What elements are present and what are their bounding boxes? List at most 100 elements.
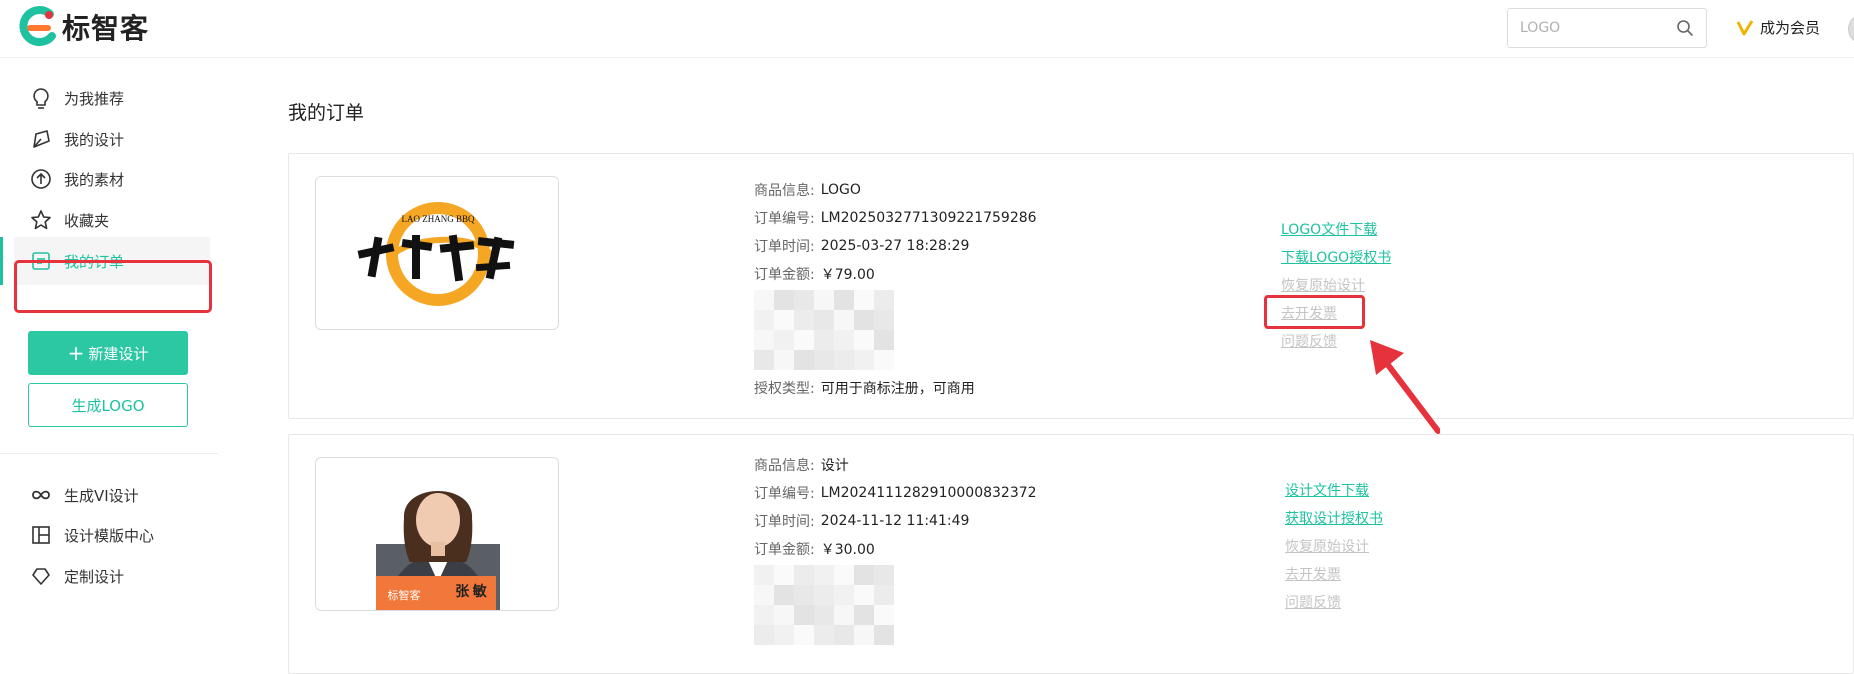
mosaic-cell [794,350,814,370]
mosaic-cell [854,585,874,605]
layout-icon [32,526,50,544]
brand-name: 标智客 [62,12,150,45]
order-info: 商品信息: LOGO 订单编号: LM2025032771309221759286 … [754,176,1037,402]
star-icon [31,210,51,230]
business-card-photo: 标智客 张 敏 [376,491,500,610]
mosaic-cell [814,330,834,350]
member-label: 成为会员 [1760,19,1821,37]
mosaic-cell [834,565,854,585]
vip-icon [1736,19,1754,35]
mosaic-cell [814,565,834,585]
order-number-label: 订单编号: [754,486,815,502]
license-type-value: 可用于商标注册，可商用 [820,381,975,397]
avatar[interactable] [1848,14,1854,44]
mosaic-cell [794,330,814,350]
product-info-label: 商品信息: [754,183,815,199]
mosaic-cell [834,625,854,645]
mosaic-cell [834,585,854,605]
sidebar-item-label: 设计模版中心 [64,526,155,545]
design-file-download-link[interactable]: 设计文件下载 [1285,477,1383,505]
order-number-row: 订单编号: LM2024111282910000832372 [754,479,1037,507]
order-number-value: LM2024111282910000832372 [820,485,1037,501]
feedback-link[interactable]: 问题反馈 [1285,589,1383,617]
mosaic-cell [854,350,874,370]
sidebar-divider [0,453,218,454]
mosaic-cell [834,350,854,370]
order-amount-row: 订单金额: ￥30.00 [754,535,1037,563]
sidebar: 为我推荐 我的设计 我的素材 收藏夹 我的订单 + 新建设计 生成LOGO 生成… [0,59,218,664]
sidebar-item-label: 生成VI设计 [64,486,139,505]
product-info-label: 商品信息: [754,458,815,474]
become-member-link[interactable]: 成为会员 [1736,17,1820,38]
download-logo-license-link[interactable]: 下载LOGO授权书 [1281,244,1391,272]
mosaic-cell [874,585,894,605]
sidebar-item-label: 为我推荐 [64,89,125,108]
new-design-button[interactable]: + 新建设计 [28,331,188,375]
annotation-highlight-box [14,260,212,313]
mosaic-cell [794,625,814,645]
order-thumbnail[interactable]: LAO ZHANG BBQ [315,176,559,330]
page-title: 我的订单 [288,102,365,124]
mosaic-cell [874,330,894,350]
thumb-card-name: 张 敏 [455,583,487,600]
mosaic-cell [874,290,894,310]
mosaic-cell [814,350,834,370]
search-box[interactable] [1507,8,1707,48]
mosaic-cell [874,605,894,625]
thumb-card-brand: 标智客 [388,588,421,602]
design-icon [33,130,50,148]
request-invoice-link[interactable]: 去开发票 [1285,561,1383,589]
order-time-label: 订单时间: [754,514,815,530]
order-number-label: 订单编号: [754,211,815,227]
mosaic-cell [874,625,894,645]
search-icon[interactable] [1676,19,1694,37]
order-time-value: 2024-11-12 11:41:49 [820,513,970,529]
annotation-arrow-icon [1370,340,1440,434]
sidebar-item-label: 收藏夹 [64,211,110,230]
order-card: 标智客 张 敏 商品信息: 设计 订单编号: LM20241112829100008… [288,434,1854,674]
annotation-highlight-box [1264,295,1365,329]
mosaic-cell [874,350,894,370]
generate-logo-label: 生成LOGO [71,396,145,415]
mosaic-cell [754,310,774,330]
mosaic-cell [754,350,774,370]
order-time-row: 订单时间: 2024-11-12 11:41:49 [754,507,1037,535]
restore-original-design-link[interactable]: 恢复原始设计 [1285,533,1383,561]
mosaic-cell [874,565,894,585]
mosaic-cell [754,330,774,350]
order-actions: 设计文件下载 获取设计授权书 恢复原始设计 去开发票 问题反馈 [1285,477,1383,617]
brand-mark-icon [19,6,56,47]
mosaic-cell [814,585,834,605]
bbq-logo-image: LAO ZHANG BBQ [357,202,515,306]
mosaic-cell [854,565,874,585]
mosaic-cell [854,605,874,625]
order-amount-label: 订单金额: [754,267,815,283]
product-info-row: 商品信息: LOGO [754,176,1037,204]
generate-logo-button[interactable]: 生成LOGO [28,383,188,427]
mosaic-cell [834,310,854,330]
mosaic-cell [754,605,774,625]
get-design-license-link[interactable]: 获取设计授权书 [1285,505,1383,533]
mosaic-cell [754,290,774,310]
mosaic-cell [834,290,854,310]
logo-file-download-link[interactable]: LOGO文件下载 [1281,216,1391,244]
mosaic-cell [794,585,814,605]
mosaic-cell [794,310,814,330]
mosaic-cell [774,310,794,330]
mosaic-cell [874,310,894,330]
mosaic-cell [854,625,874,645]
mosaic-cell [854,330,874,350]
brand-logo[interactable]: 标智客 [18,6,149,48]
mosaic-cell [774,330,794,350]
product-info-row: 商品信息: 设计 [754,451,1037,479]
blurred-mosaic [754,565,894,645]
sidebar-item-custom-design[interactable]: 定制设计 [14,552,210,600]
mosaic-cell [754,625,774,645]
order-amount-value: ￥30.00 [820,542,875,558]
order-thumbnail[interactable]: 标智客 张 敏 [315,457,559,611]
plus-icon: + [67,341,85,365]
search-input[interactable] [1520,18,1670,38]
mosaic-cell [774,625,794,645]
order-card: LAO ZHANG BBQ 商品信息: LOGO 订单编号: LM202503277… [288,153,1854,419]
order-amount-value: ￥79.00 [820,267,875,283]
